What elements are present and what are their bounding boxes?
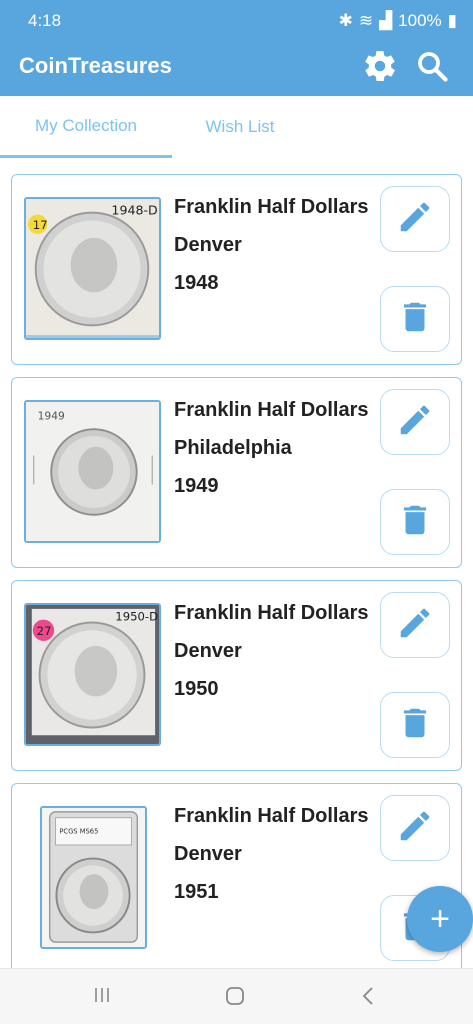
- coin-year: 1948: [174, 272, 219, 294]
- coin-mint: Denver: [174, 234, 242, 256]
- status-bar: 4:18 ✱ ≋ ▟ 100% ▮: [0, 0, 473, 40]
- search-icon[interactable]: [414, 48, 450, 84]
- coin-photo[interactable]: PCGS MS65: [40, 806, 147, 949]
- coin-year: 1951: [174, 881, 219, 903]
- delete-button[interactable]: [380, 489, 450, 555]
- coin-info: Franklin Half Dollars Denver 1948: [174, 188, 369, 302]
- coin-info: Franklin Half Dollars Philadelphia 1949: [174, 391, 369, 505]
- coin-tag: 17: [33, 218, 48, 232]
- home-icon[interactable]: [224, 985, 246, 1012]
- add-coin-button[interactable]: +: [407, 886, 473, 952]
- coin-mint: Denver: [174, 843, 242, 865]
- pencil-icon: [396, 807, 434, 850]
- coin-year: 1949: [174, 475, 219, 497]
- trash-icon: [396, 298, 434, 341]
- coin-note: 1950-D: [115, 610, 158, 624]
- coin-mint: Philadelphia: [174, 437, 292, 459]
- coin-info: Franklin Half Dollars Denver 1951: [174, 797, 369, 911]
- coin-photo[interactable]: 17 1948-D: [24, 197, 161, 340]
- delete-button[interactable]: [380, 692, 450, 758]
- signal-icon: ▟: [379, 11, 393, 30]
- edit-button[interactable]: [380, 592, 450, 658]
- coin-card[interactable]: 27 1950-D Franklin Half Dollars Denver 1…: [11, 580, 462, 771]
- coin-series: Franklin Half Dollars: [174, 196, 369, 218]
- coin-year: 1950: [174, 678, 219, 700]
- coin-note: 1949: [38, 409, 65, 422]
- pencil-icon: [396, 604, 434, 647]
- system-nav-bar: [0, 968, 473, 1024]
- coin-note: 1948-D: [111, 203, 157, 218]
- coin-tag: 27: [37, 624, 52, 638]
- coin-list[interactable]: 17 1948-D Franklin Half Dollars Denver 1…: [0, 158, 473, 968]
- tab-bar: My Collection Wish List: [0, 96, 473, 158]
- trash-icon: [396, 704, 434, 747]
- battery-level: 100%: [398, 11, 442, 30]
- coin-card[interactable]: PCGS MS65 Franklin Half Dollars Denver 1…: [11, 783, 462, 968]
- coin-series: Franklin Half Dollars: [174, 805, 369, 827]
- pencil-icon: [396, 401, 434, 444]
- app-title: CoinTreasures: [19, 53, 172, 78]
- edit-button[interactable]: [380, 389, 450, 455]
- edit-button[interactable]: [380, 186, 450, 252]
- coin-note: PCGS MS65: [59, 827, 98, 835]
- status-time: 4:18: [28, 11, 62, 30]
- coin-card[interactable]: 1949 Franklin Half Dollars Philadelphia …: [11, 377, 462, 568]
- edit-button[interactable]: [380, 795, 450, 861]
- coin-photo[interactable]: 1949: [24, 400, 161, 543]
- delete-button[interactable]: [380, 286, 450, 352]
- status-icons: ✱ ≋ ▟ 100% ▮: [339, 11, 457, 31]
- wifi-icon: ≋: [358, 11, 374, 30]
- gear-icon[interactable]: [362, 48, 398, 84]
- coin-info: Franklin Half Dollars Denver 1950: [174, 594, 369, 708]
- bluetooth-icon: ✱: [338, 11, 353, 30]
- recent-apps-icon[interactable]: [92, 985, 112, 1010]
- back-icon[interactable]: [358, 985, 378, 1012]
- coin-series: Franklin Half Dollars: [174, 602, 369, 624]
- coin-photo[interactable]: 27 1950-D: [24, 603, 161, 746]
- coin-card[interactable]: 17 1948-D Franklin Half Dollars Denver 1…: [11, 174, 462, 365]
- app-bar: CoinTreasures: [0, 40, 473, 96]
- plus-icon: +: [430, 899, 450, 938]
- tab-wish-list[interactable]: Wish List: [154, 96, 326, 158]
- pencil-icon: [396, 198, 434, 241]
- battery-icon: ▮: [447, 11, 457, 30]
- trash-icon: [396, 501, 434, 544]
- coin-series: Franklin Half Dollars: [174, 399, 369, 421]
- tab-my-collection[interactable]: My Collection: [0, 96, 172, 158]
- coin-mint: Denver: [174, 640, 242, 662]
